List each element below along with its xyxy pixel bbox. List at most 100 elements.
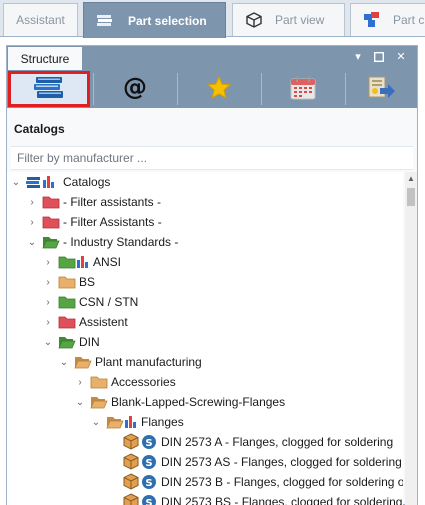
chevron-right-icon[interactable]: › [74,372,86,392]
pin-dropdown-icon[interactable]: ▾ [351,50,365,64]
tree-item-part[interactable]: S DIN 2573 BS - Flanges, clogged for sol… [122,492,403,505]
svg-text:S: S [145,498,152,505]
folder-orange-icon [90,375,108,389]
tree-item-catalogs[interactable]: ⌄ Catalogs [10,172,111,192]
export-button[interactable] [346,71,416,107]
chevron-down-icon[interactable]: ⌄ [26,232,38,252]
catalogs-icon [32,74,66,105]
folder-open-orange-chart-icon [106,415,138,429]
folder-red-icon [58,315,76,329]
svg-text:S: S [145,438,152,449]
vertical-scrollbar[interactable]: ▲ [405,172,417,505]
tree-item-label: BS [79,275,96,289]
tree-item-industry-standards[interactable]: ⌄ - Industry Standards - [26,232,179,252]
chevron-down-icon[interactable]: ⌄ [90,412,102,432]
chevron-right-icon[interactable]: › [42,312,54,332]
tree-item-din[interactable]: ⌄ DIN [42,332,100,352]
folder-open-orange-icon [74,355,92,369]
tree-item-part[interactable]: S DIN 2573 AS - Flanges, clogged for sol… [122,452,403,472]
at-button[interactable]: @ [94,71,176,107]
structure-panel: Structure ▾ ✕ @ Catalogs Filter by manuf… [6,45,418,505]
folder-orange-icon [58,275,76,289]
tree-item-label: - Filter assistants - [63,195,162,209]
svg-text:S: S [145,458,152,469]
export-icon [366,74,396,105]
tab-part-selection[interactable]: Part selection [83,2,226,38]
manufacturer-filter-input[interactable]: Filter by manufacturer ... [11,146,413,170]
blocks-icon [361,10,383,30]
tree-item-label: ANSI [93,255,122,269]
panel-title: Structure [20,51,70,66]
folder-open-green-icon [58,335,76,349]
part-box-icon: S [122,453,158,471]
close-icon[interactable]: ✕ [394,50,408,64]
tab-strip: Assistant Part selection Part view Part … [0,0,425,38]
tree-item-filter-assistants-2[interactable]: › - Filter Assistants - [26,212,162,232]
tree-item-label: Assistent [79,315,128,329]
tree-item-bs[interactable]: › BS [42,272,95,292]
tree-item-assistent[interactable]: › Assistent [42,312,128,332]
tree-item-label: DIN 2573 AS - Flanges, clogged for solde… [161,455,403,469]
tree-item-ansi[interactable]: › ANSI [42,252,121,272]
icon-toolbar: @ [7,70,417,108]
svg-text:S: S [145,478,152,489]
calendar-button[interactable] [262,71,344,107]
tab-assistant[interactable]: Assistant [3,3,78,36]
tree-item-label: Plant manufacturing [95,355,202,369]
panel-title-tab[interactable]: Structure [8,47,82,70]
maximize-icon[interactable] [372,50,386,64]
chevron-right-icon[interactable]: › [26,212,38,232]
filter-placeholder: Filter by manufacturer ... [17,151,148,165]
catalogs-button[interactable] [8,71,90,107]
part-box-icon: S [122,473,158,491]
catalog-tree: ⌄ Catalogs › - Filter assistants - › - F… [7,172,403,505]
tree-item-plant-manufacturing[interactable]: ⌄ Plant manufacturing [58,352,202,372]
tree-item-accessories[interactable]: › Accessories [74,372,176,392]
tree-item-label: - Industry Standards - [63,235,179,249]
folder-open-orange-icon [90,395,108,409]
tree-item-label: DIN 2573 BS - Flanges, clogged for solde… [161,495,403,505]
tree-item-csn-stn[interactable]: › CSN / STN [42,292,138,312]
tree-item-label: CSN / STN [79,295,139,309]
calendar-icon [289,75,317,104]
tree-item-flanges[interactable]: ⌄ Flanges [90,412,184,432]
chevron-down-icon[interactable]: ⌄ [42,332,54,352]
chevron-down-icon[interactable]: ⌄ [74,392,86,412]
tab-part-view[interactable]: Part view [232,3,345,36]
chevron-down-icon[interactable]: ⌄ [58,352,70,372]
tab-assistant-label: Assistant [16,13,65,27]
tree-item-filter-assistants[interactable]: › - Filter assistants - [26,192,161,212]
panel-titlebar: Structure ▾ ✕ [7,46,417,70]
chevron-down-icon[interactable]: ⌄ [10,172,22,192]
tree-item-label: DIN [79,335,100,349]
tab-part-view-label: Part view [275,13,325,27]
part-box-icon: S [122,493,158,505]
catalogs-header: Catalogs [14,122,65,136]
folder-green-icon [58,295,76,309]
chevron-right-icon[interactable]: › [42,292,54,312]
scroll-thumb[interactable] [407,188,415,206]
tree-item-part[interactable]: S DIN 2573 B - Flanges, clogged for sold… [122,472,403,492]
star-icon [206,75,232,104]
tree-item-label: DIN 2573 A - Flanges, clogged for solder… [161,435,394,449]
folder-red-icon [42,195,60,209]
tree-item-blank-lapped-screwing-flanges[interactable]: ⌄ Blank-Lapped-Screwing-Flanges [74,392,285,412]
tree-item-label: DIN 2573 B - Flanges, clogged for solder… [161,475,403,489]
scroll-up-icon[interactable]: ▲ [405,172,417,184]
at-icon: @ [121,73,149,105]
tree-item-label: Flanges [141,415,184,429]
favorites-button[interactable] [178,71,260,107]
tree-item-label: Accessories [111,375,176,389]
part-box-icon: S [122,433,158,451]
tab-part-c[interactable]: Part c [350,3,425,36]
tree-item-part[interactable]: S DIN 2573 A - Flanges, clogged for sold… [122,432,393,452]
tree-item-label: Catalogs [63,175,111,189]
tree-item-label: - Filter Assistants - [63,215,162,229]
chevron-right-icon[interactable]: › [42,252,54,272]
tab-part-c-label: Part c [393,13,425,27]
svg-text:@: @ [123,74,147,101]
chevron-right-icon[interactable]: › [26,192,38,212]
folder-open-green-icon [42,235,60,249]
tree-item-label: Blank-Lapped-Screwing-Flanges [111,395,286,409]
chevron-right-icon[interactable]: › [42,272,54,292]
